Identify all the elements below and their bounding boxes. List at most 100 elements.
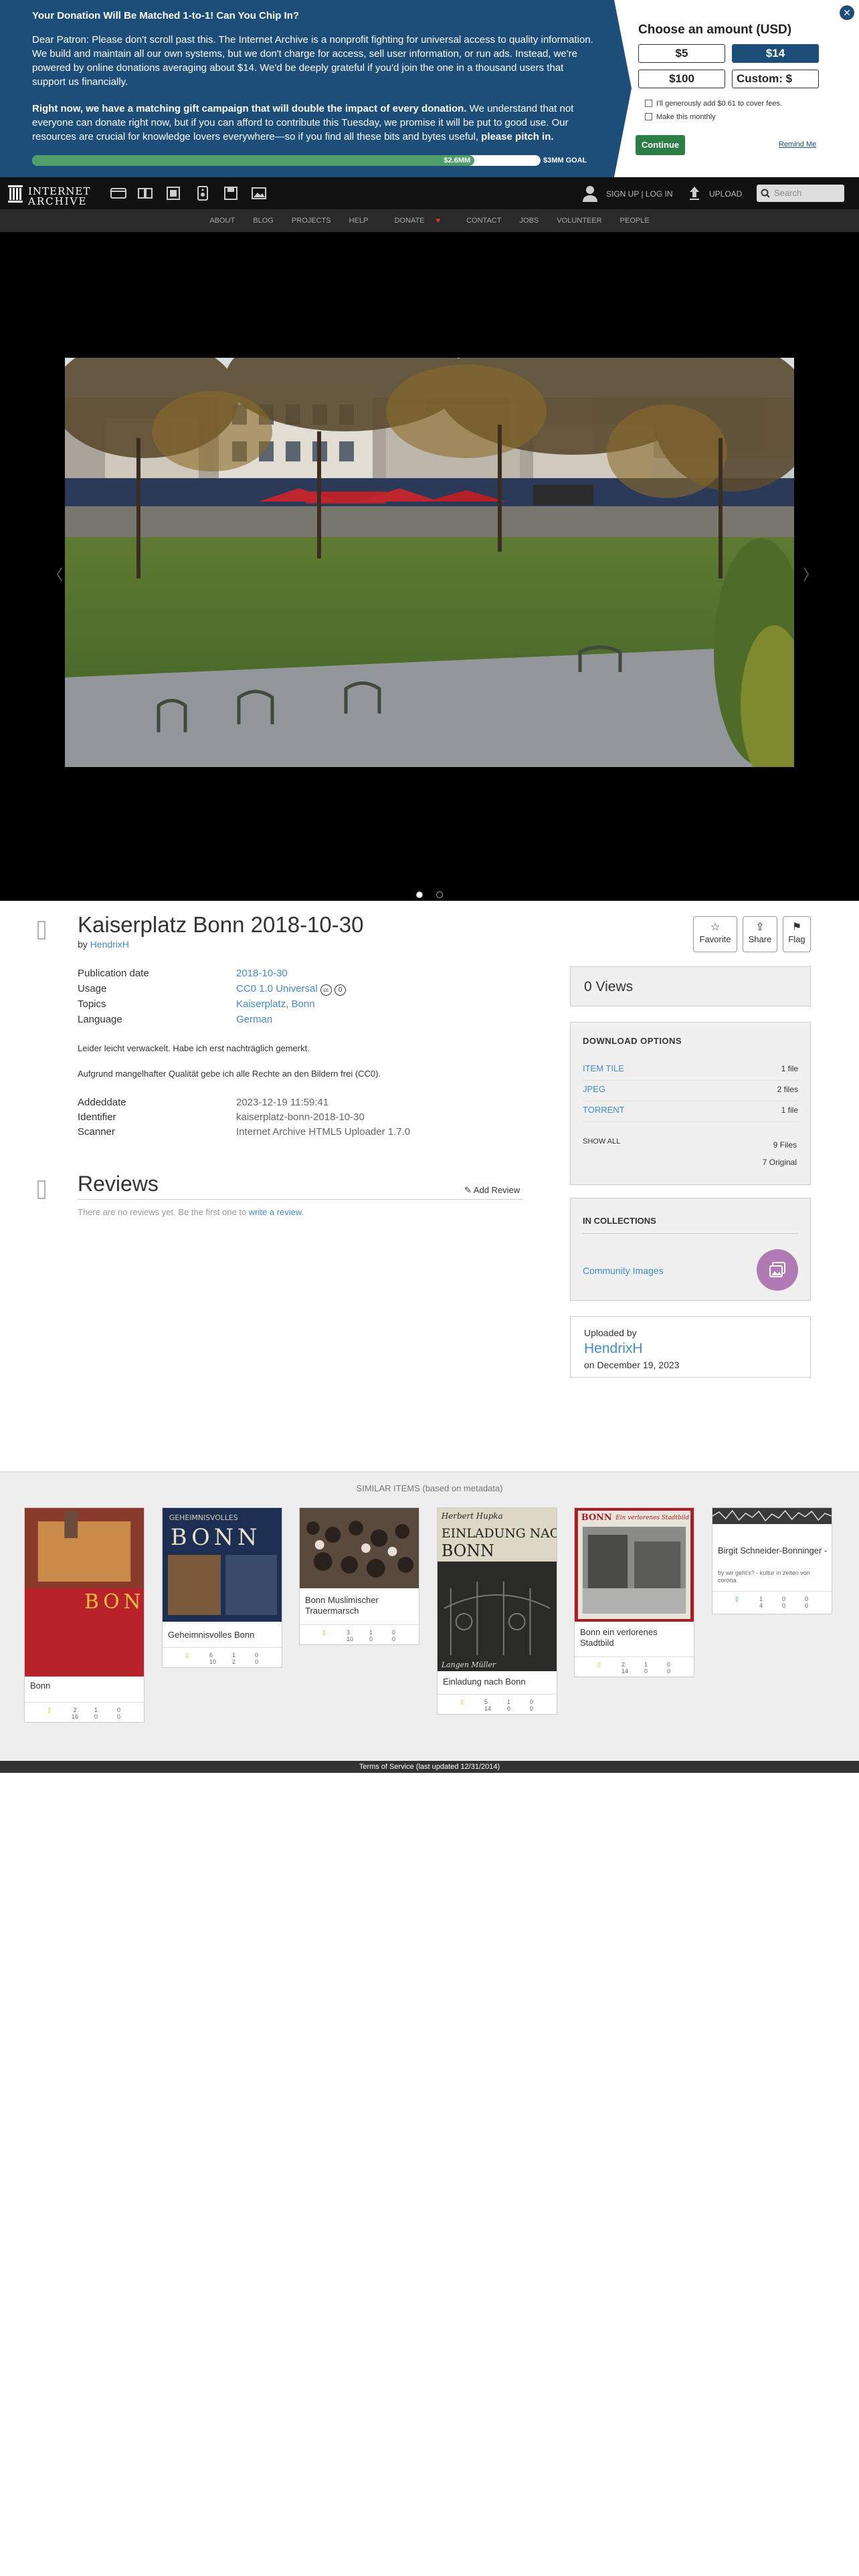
flag-button[interactable]: ⚑ Flag [783,916,811,952]
item-title: Kaiserplatz Bonn 2018-10-30 [78,912,364,937]
next-image-button[interactable]: 〉 [803,563,818,584]
views-count: 3 10 [347,1629,354,1642]
similar-items-section: SIMILAR ITEMS (based on metadata) BONN B… [0,1471,859,1760]
meta-label: Publication date [78,968,149,979]
item-thumbnail: GEHEIMNISVOLLES BONN [163,1508,282,1622]
reviews-count: 0 0 [117,1707,121,1720]
add-review-button[interactable]: ✎ Add Review [464,1185,520,1196]
prev-image-button[interactable]: 〈 [48,563,63,584]
description-line-1: Leider leicht verwackelt. Habe ich erst … [78,1043,310,1053]
nav-volunteer[interactable]: VOLUNTEER [557,209,601,232]
banner-pitch-text: please pitch in. [481,131,554,142]
audio-icon[interactable] [194,185,211,201]
checkbox-box[interactable] [645,113,652,120]
similar-item-card[interactable]: Bonn Muslimischer Trauermarsch ▯ 3 10 1 0 0… [299,1507,419,1645]
image-dot-2[interactable] [436,891,443,898]
topic-link[interactable]: Bonn [292,998,315,1010]
archive-building-icon [8,185,23,203]
download-options-heading: DOWNLOAD OPTIONS [583,1036,682,1046]
upload-button[interactable]: UPLOAD [688,184,748,203]
banner-headline: Your Donation Will Be Matched 1-to-1! Ca… [32,10,300,21]
texts-icon[interactable] [136,185,154,201]
collection-thumbnail[interactable] [757,1249,798,1291]
monthly-checkbox[interactable]: Make this monthly [645,112,716,122]
terms-of-service-link[interactable]: Terms of Service (last updated 12/31/201… [0,1761,859,1773]
cover-fees-checkbox[interactable]: I'll generously add $0.61 to cover fees. [645,99,782,108]
show-all-link[interactable]: SHOW ALL [583,1138,620,1146]
license-link[interactable]: CC0 1.0 Universal [236,983,318,994]
nav-about[interactable]: ABOUT [209,209,235,232]
user-icon[interactable] [581,184,599,203]
similar-item-card[interactable]: GEHEIMNISVOLLES BONN Geheimnisvolles Bonn… [162,1507,282,1668]
collection-link[interactable]: Community Images [583,1265,664,1276]
cover-title-1: EINLADUNG NACH [442,1526,557,1541]
topic-link[interactable]: Kaiserplatz [236,998,286,1010]
flag-icon: ⚑ [791,922,802,933]
software-icon[interactable] [222,185,240,201]
kaiserplatz-photo[interactable] [65,358,794,767]
images-icon[interactable] [250,185,268,201]
collections-panel: IN COLLECTIONS Community Images [570,1198,811,1301]
signin-link[interactable]: SIGN UP | LOG IN [606,189,673,199]
pencil-icon: ✎ [464,1185,472,1195]
pubdate-link[interactable]: 2018-10-30 [236,968,288,979]
amount-14-button[interactable]: $14 [732,44,819,63]
item-author: by HendrixH [78,939,129,950]
web-icon[interactable] [110,185,127,201]
meta-label: Scanner [78,1126,115,1138]
meta-addeddate: Addeddate 2023-12-19 11:59:41 [78,1097,328,1108]
similar-item-title: Bonn ein verlorenes Stadtbild [580,1627,658,1648]
item-thumbnail: BONN Ein verlorenes Stadtbild [575,1508,694,1622]
nav-donate[interactable]: DONATE ♥ [386,209,448,232]
nav-jobs[interactable]: JOBS [520,209,539,232]
total-files: 9 Files [773,1140,797,1150]
similar-item-card[interactable]: Birgit Schneider-Bonninger - by wir geht… [712,1507,832,1614]
cover-subtitle: GEHEIMNISVOLLES [169,1513,238,1522]
write-review-link[interactable]: write a review [249,1207,302,1217]
cover-title-2: BONN [442,1541,494,1560]
meta-identifier: Identifier kaiserplatz-bonn-2018-10-30 [78,1111,365,1123]
file-count: 2 files [777,1085,798,1094]
author-link[interactable]: HendrixH [90,939,129,950]
amount-5-button[interactable]: $5 [638,44,725,63]
reviews-count: 0 0 [667,1661,671,1675]
download-jpeg[interactable]: JPEG 2 files [583,1081,798,1101]
similar-item-title: Einladung nach Bonn [443,1677,526,1687]
meta-usage: Usage CC0 1.0 Universal cc 0 [78,983,347,996]
nav-projects[interactable]: PROJECTS [292,209,331,232]
similar-item-card[interactable]: Herbert Hupka EINLADUNG NACHBONN Langen Mü… [437,1507,557,1715]
similar-item-card[interactable]: BONN Bonn ▯ 2 16 1 0 0 0 [24,1507,145,1723]
share-label: Share [748,934,772,944]
similar-item-card[interactable]: BONN Ein verlorenes Stadtbild Bonn ein ve… [574,1507,694,1677]
favorite-button[interactable]: ☆ Favorite [693,916,737,952]
video-icon[interactable] [165,185,182,201]
image-dot-1[interactable] [416,891,423,898]
share-button[interactable]: ⇪ Share [743,916,777,952]
amount-100-button[interactable]: $100 [638,70,725,88]
item-thumbnail: Herbert Hupka EINLADUNG NACHBONN Langen Mü… [438,1508,557,1671]
remind-me-link[interactable]: Remind Me [779,140,816,148]
language-link[interactable]: German [236,1014,272,1025]
uploader-link[interactable]: HendrixH [584,1341,643,1357]
nav-contact[interactable]: CONTACT [466,209,501,232]
no-reviews-message: There are no reviews yet. Be the first o… [78,1207,249,1217]
nav-people[interactable]: PEOPLE [620,209,650,232]
views-count: 0 Views [570,966,811,1006]
favorites-count: 1 0 [644,1661,648,1675]
cover-title: BONN [581,1513,612,1523]
item-thumbnail [300,1508,419,1588]
nav-help[interactable]: HELP [349,209,369,232]
close-banner-button[interactable]: ✕ [840,5,854,20]
download-item-tile[interactable]: ITEM TILE 1 file [583,1060,798,1081]
views-count: 1 4 [759,1596,763,1609]
checkbox-box[interactable] [645,100,652,107]
continue-button[interactable]: Continue [636,135,685,155]
custom-amount-input[interactable]: Custom: $ [732,70,819,88]
cover-title: BONN [84,1590,144,1614]
cover-publisher: Langen Müller [441,1660,496,1669]
download-torrent[interactable]: TORRENT 1 file [583,1101,798,1122]
nav-blog[interactable]: BLOG [253,209,274,232]
collections-divider [583,1233,798,1234]
reviews-icon [37,1180,45,1199]
upload-date: on December 19, 2023 [584,1360,680,1370]
